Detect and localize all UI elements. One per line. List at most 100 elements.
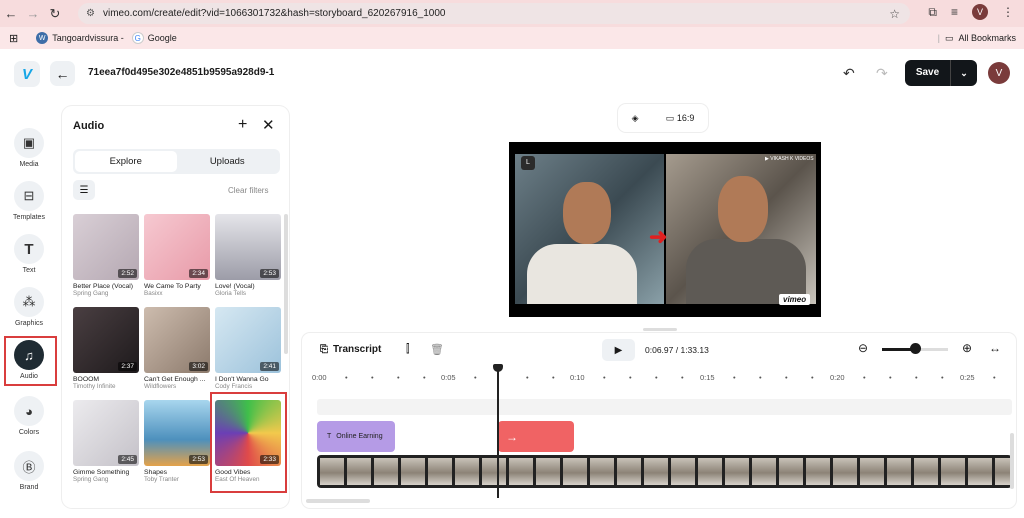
paint-bucket-icon[interactable]: ◈ [632,113,639,124]
ruler-label: 0:25 [960,373,975,382]
zoom-in-icon[interactable]: ⊕ [962,341,972,355]
media-controls-icon[interactable]: ≡ [951,5,958,19]
save-button[interactable]: Save ⌄ [905,60,977,86]
audio-tile[interactable]: 2:45 Gimme Something Spring Gang [73,400,139,483]
extensions-icon[interactable]: ⧉ [928,5,937,20]
canvas-toolbar: ◈ ▭ 16:9 [618,104,708,132]
audio-tile[interactable]: 2:37 BOOOM Timothy Infinite [73,307,139,390]
empty-track[interactable] [317,399,1012,415]
wordpress-icon: W [36,32,49,44]
audio-tile[interactable]: 2:41 I Don't Wanna Go Cody Francis [215,307,281,390]
browser-profile-avatar[interactable]: V [972,4,988,20]
time-ruler[interactable]: 0:00 0:05 0:10 0:15 0:20 0:25 • • • • • • • •… [312,373,1012,385]
timeline-scrollbar[interactable] [306,499,370,503]
site-info-icon[interactable]: ⚙ [86,8,95,19]
video-frame [536,458,560,485]
brand-icon: Ⓑ [14,451,44,481]
video-frame [779,458,803,485]
ruler-label: 0:00 [312,373,327,382]
arrow-right-icon: ➜ [649,224,668,249]
address-bar[interactable]: ⚙ vimeo.com/create/edit?vid=1066301732&h… [78,3,910,24]
play-icon: ▶ [614,344,623,356]
bookmarks-bar: ⊞ W Tangoardvissura - G Google | ▭ All B… [0,27,1024,49]
audio-thumbnail: 2:52 [73,214,139,280]
ruler-label: 0:20 [830,373,845,382]
rail-item-text[interactable]: T Text [6,234,52,274]
preview-right-frame [666,154,816,304]
ruler-label: 0:15 [700,373,715,382]
text-clip[interactable]: T Online Earning [317,421,395,452]
zoom-slider-knob[interactable] [910,343,921,354]
transcript-button[interactable]: ⎘ Transcript [320,344,381,355]
resize-handle[interactable] [643,328,677,331]
channel-brand-text: ▶ VIKASH K VIDEOS [765,156,814,162]
zoom-out-icon[interactable]: ⊖ [858,341,868,355]
video-frame [374,458,398,485]
audio-tile[interactable]: 2:52 Better Place (Vocal) Spring Gang [73,214,139,297]
save-label: Save [905,60,951,86]
back-arrow-icon[interactable]: ← [0,6,22,21]
user-avatar[interactable]: V [988,62,1010,84]
layout-icon: ⊟ [14,181,44,211]
ruler-label: 0:05 [441,373,456,382]
video-frame [509,458,533,485]
close-icon[interactable]: ✕ [262,116,275,134]
audio-thumbnail: 2:45 [73,400,139,466]
transition-clip[interactable]: → [498,421,574,452]
bookmark-google[interactable]: G Google [131,32,177,44]
video-frame [590,458,614,485]
vimeo-logo[interactable]: V [14,61,40,87]
video-frame [347,458,371,485]
forward-arrow-icon[interactable]: → [22,6,44,21]
redo-icon[interactable]: ↷ [876,65,888,82]
preview-left-frame [515,154,664,304]
audio-tile[interactable]: 2:53 Shapes Toby Tranter [144,400,210,483]
rail-item-templates[interactable]: ⊟ Templates [6,181,52,221]
bookmark-tangoardvissura[interactable]: W Tangoardvissura - [36,32,124,44]
all-bookmarks[interactable]: | ▭ All Bookmarks [938,33,1016,44]
split-icon[interactable]: ⫿ [406,343,410,356]
video-preview[interactable]: ➜ L ▶ VIKASH K VIDEOS vimeo [509,142,821,317]
audio-tile[interactable]: 3:02 Can't Get Enough ... Wildflowers [144,307,210,390]
undo-icon[interactable]: ↶ [843,65,855,82]
audio-highlight-box [4,336,57,386]
audio-tile[interactable]: 2:53 Love! (Vocal) Gloria Tells [215,214,281,297]
reload-icon[interactable]: ↻ [44,6,66,22]
video-frame [698,458,722,485]
video-track[interactable] [317,455,1012,488]
playhead[interactable] [497,366,499,498]
rail-item-graphics[interactable]: ⁂ Graphics [6,287,52,327]
rail-item-media[interactable]: ▣ Media [6,128,52,168]
chevron-down-icon[interactable]: ⌄ [951,68,977,79]
rail-item-colors[interactable]: ◕ Colors [6,396,52,436]
panel-scrollbar[interactable] [284,214,288,354]
browser-menu-icon[interactable]: ⋮ [1002,5,1014,19]
apps-grid-icon[interactable]: ⊞ [9,32,18,45]
filter-icon[interactable]: ☰ [73,180,95,200]
add-audio-icon[interactable]: + [238,116,247,134]
timeline-vertical-scrollbar[interactable] [1010,433,1014,489]
rail-item-brand[interactable]: Ⓑ Brand [6,451,52,491]
tab-uploads[interactable]: Uploads [177,151,279,172]
aspect-ratio-button[interactable]: ▭ 16:9 [666,113,695,124]
video-frame [482,458,506,485]
trash-icon[interactable]: 🗑 [430,343,444,356]
text-icon: T [327,433,332,440]
tab-explore[interactable]: Explore [75,151,177,172]
project-title: 71eea7f0d495e302e4851b9595a928d9-1 [88,67,275,78]
video-frame [671,458,695,485]
url-text: vimeo.com/create/edit?vid=1066301732&has… [102,8,446,19]
timecode: 0:06.97 / 1:33.13 [645,345,709,355]
google-icon: G [131,32,144,44]
play-button[interactable]: ▶ [602,339,635,361]
back-button[interactable]: ← [50,61,75,86]
bookmark-star-icon[interactable]: ☆ [889,7,900,21]
audio-thumbnail: 2:34 [144,214,210,280]
video-frame [806,458,830,485]
video-frame [752,458,776,485]
audio-tile[interactable]: 2:34 We Came To Party Basixx [144,214,210,297]
fit-width-icon[interactable]: ↔ [989,341,1001,355]
timeline-panel: ⎘ Transcript ⫿ 🗑 ▶ 0:06.97 / 1:33.13 ⊖ ⊕… [302,333,1016,508]
video-frame [428,458,452,485]
clear-filters-link[interactable]: Clear filters [228,186,268,195]
